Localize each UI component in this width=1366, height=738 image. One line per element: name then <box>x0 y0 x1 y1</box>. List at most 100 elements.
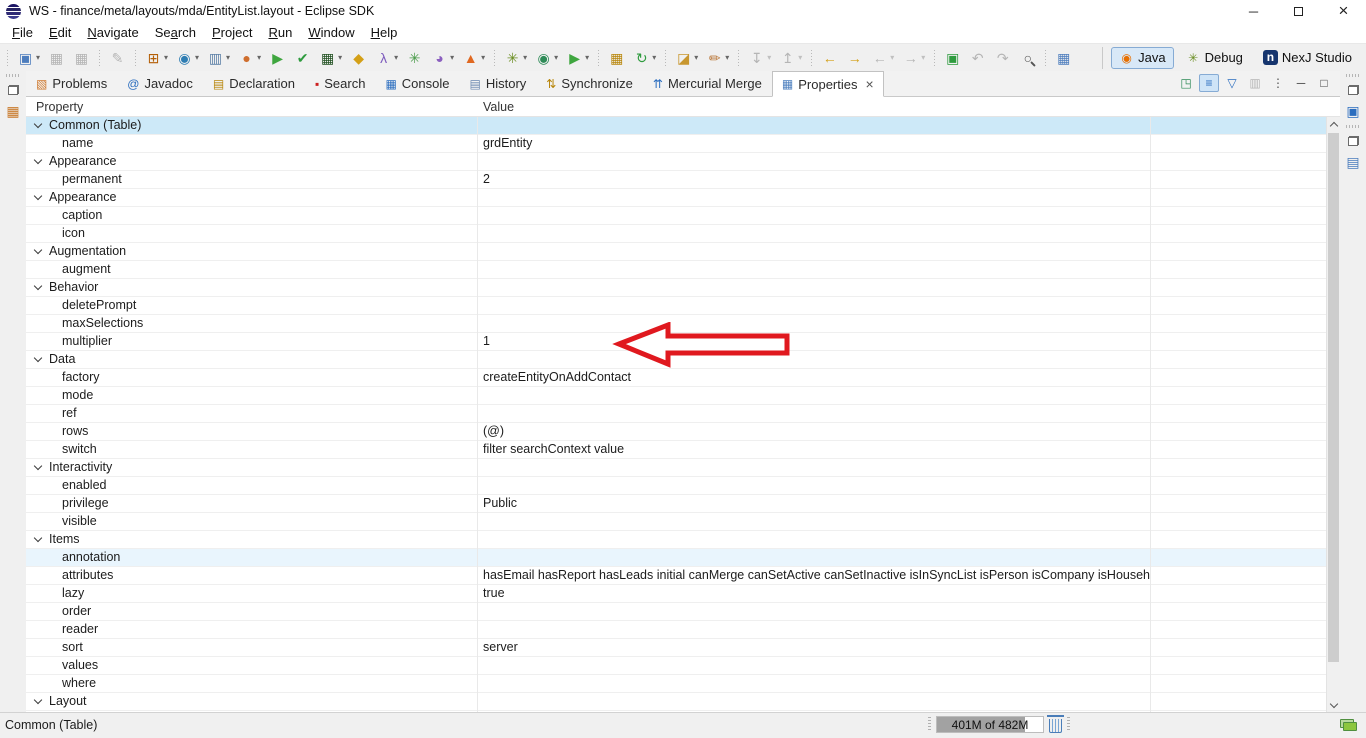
table-row-attributes[interactable]: attributeshasEmail hasReport hasLeads in… <box>26 567 1326 585</box>
table-row-enabled[interactable]: enabled <box>26 477 1326 495</box>
tab-declaration[interactable]: ▤Declaration <box>203 71 305 96</box>
model-structure-icon[interactable]: ▣ <box>1346 103 1359 119</box>
unit-test-icon[interactable]: ✳ <box>403 47 426 69</box>
column-header-property[interactable]: Property <box>26 100 477 114</box>
search-icon[interactable]: ○ <box>1016 47 1039 69</box>
run-user-icon[interactable]: ●▾ <box>235 47 264 69</box>
table-row-behavior[interactable]: Behavior <box>26 279 1326 297</box>
minimize-view-icon[interactable]: ─ <box>1291 74 1311 92</box>
table-row-augmentation[interactable]: Augmentation <box>26 243 1326 261</box>
save-icon[interactable]: ▦ <box>45 47 68 69</box>
table-row-privilege[interactable]: privilegePublic <box>26 495 1326 513</box>
new-table-wizard-icon[interactable]: ▦ <box>605 47 628 69</box>
tab-properties[interactable]: ▦Properties× <box>772 71 884 97</box>
tab-console[interactable]: ▦Console <box>375 71 459 96</box>
open-folder-icon[interactable]: ◪▾ <box>672 47 701 69</box>
restore-views-icon[interactable] <box>1348 85 1359 95</box>
scroll-up-icon[interactable] <box>1327 117 1340 132</box>
perspective-debug[interactable]: ✳Debug <box>1178 47 1251 69</box>
dropdown-arrow-icon[interactable]: ▾ <box>554 53 558 62</box>
tab-mercurial-merge[interactable]: ⇈Mercurial Merge <box>643 71 772 96</box>
table-row-where[interactable]: where <box>26 675 1326 693</box>
chevron-down-icon[interactable] <box>34 157 43 166</box>
close-icon[interactable]: × <box>865 76 873 92</box>
background-jobs-icon[interactable] <box>1340 719 1358 732</box>
edit-properties-icon[interactable]: ▥ <box>1245 74 1265 92</box>
prev-marker-icon[interactable]: ← <box>818 47 841 69</box>
model-package-icon[interactable]: ◕▾ <box>428 47 457 69</box>
table-row-appearance[interactable]: Appearance <box>26 153 1326 171</box>
table-row-layout[interactable]: Layout <box>26 693 1326 711</box>
upgrade-icon[interactable]: ▲▾ <box>459 47 488 69</box>
scrollbar-thumb[interactable] <box>1328 133 1339 662</box>
show-categories-icon[interactable]: ≡ <box>1199 74 1219 92</box>
table-row-augment[interactable]: augment <box>26 261 1326 279</box>
console-icon[interactable]: ▦▾ <box>316 47 345 69</box>
menu-run[interactable]: Run <box>260 23 300 42</box>
table-row-annotation[interactable]: annotation <box>26 549 1326 567</box>
table-row-reader[interactable]: reader <box>26 621 1326 639</box>
menu-file[interactable]: File <box>4 23 41 42</box>
restore-button[interactable] <box>1276 0 1321 22</box>
table-row-deleteprompt[interactable]: deletePrompt <box>26 297 1326 315</box>
dropdown-arrow-icon[interactable]: ▾ <box>652 53 656 62</box>
chevron-down-icon[interactable] <box>34 121 43 130</box>
dropdown-arrow-icon[interactable]: ▾ <box>767 53 771 62</box>
minimize-button[interactable]: ─ <box>1231 0 1276 22</box>
table-row-mode[interactable]: mode <box>26 387 1326 405</box>
refresh-icon[interactable]: ↻▾ <box>630 47 659 69</box>
save-all-icon[interactable]: ▦ <box>70 47 93 69</box>
chevron-down-icon[interactable] <box>34 193 43 202</box>
new-wizard-icon[interactable]: ▣▾ <box>14 47 43 69</box>
garbage-collect-trash-icon[interactable] <box>1049 719 1062 733</box>
open-perspective-icon[interactable]: ▦ <box>1052 47 1075 69</box>
perspective-java[interactable]: ◉Java <box>1111 47 1173 69</box>
column-divider[interactable] <box>1150 117 1151 712</box>
table-row-common-table-[interactable]: Common (Table) <box>26 117 1326 135</box>
dropdown-arrow-icon[interactable]: ▾ <box>921 53 925 62</box>
pin-view-icon[interactable]: ◳ <box>1176 74 1196 92</box>
column-header-value[interactable]: Value <box>477 100 514 114</box>
chevron-down-icon[interactable] <box>34 247 43 256</box>
outline-view-icon[interactable]: ▦ <box>6 103 19 119</box>
tab-search[interactable]: ▪Search <box>305 71 375 96</box>
table-row-rows[interactable]: rows(@) <box>26 423 1326 441</box>
run-circle-icon[interactable]: ◉▾ <box>532 47 561 69</box>
tab-synchronize[interactable]: ⇅Synchronize <box>536 71 643 96</box>
restore-views-icon[interactable] <box>8 85 19 95</box>
table-row-caption[interactable]: caption <box>26 207 1326 225</box>
chevron-down-icon[interactable] <box>34 355 43 364</box>
table-row-items[interactable]: Items <box>26 531 1326 549</box>
menu-help[interactable]: Help <box>363 23 406 42</box>
menu-project[interactable]: Project <box>204 23 261 42</box>
vertical-scrollbar[interactable] <box>1326 117 1340 712</box>
format-brush-icon[interactable]: ✏▾ <box>703 47 732 69</box>
tab-javadoc[interactable]: @Javadoc <box>117 71 203 96</box>
dropdown-arrow-icon[interactable]: ▾ <box>725 53 729 62</box>
dropdown-arrow-icon[interactable]: ▾ <box>523 53 527 62</box>
column-divider[interactable] <box>477 117 478 712</box>
chevron-down-icon[interactable] <box>34 697 43 706</box>
menu-edit[interactable]: Edit <box>41 23 79 42</box>
menu-navigate[interactable]: Navigate <box>79 23 146 42</box>
tab-history[interactable]: ▤History <box>460 71 537 96</box>
dropdown-arrow-icon[interactable]: ▾ <box>226 53 230 62</box>
dropdown-arrow-icon[interactable]: ▾ <box>338 53 342 62</box>
table-row-visible[interactable]: visible <box>26 513 1326 531</box>
debug-icon[interactable]: ✳▾ <box>501 47 530 69</box>
scheme-icon[interactable]: λ▾ <box>372 47 401 69</box>
dropdown-arrow-icon[interactable]: ▾ <box>481 53 485 62</box>
close-button[interactable]: × <box>1321 0 1366 22</box>
table-row-sort[interactable]: sortserver <box>26 639 1326 657</box>
table-row-lazy[interactable]: lazytrue <box>26 585 1326 603</box>
heap-status-gauge[interactable]: 401M of 482M <box>936 716 1044 733</box>
table-row-permanent[interactable]: permanent2 <box>26 171 1326 189</box>
dropdown-arrow-icon[interactable]: ▾ <box>257 53 261 62</box>
table-row-name[interactable]: namegrdEntity <box>26 135 1326 153</box>
next-marker-icon[interactable]: → <box>843 47 866 69</box>
deploy-server-icon[interactable]: ◉▾ <box>173 47 202 69</box>
table-row-switch[interactable]: switchfilter searchContext value <box>26 441 1326 459</box>
model-tree-icon[interactable]: ⊞▾ <box>142 47 171 69</box>
table-row-ref[interactable]: ref <box>26 405 1326 423</box>
table-row-order[interactable]: order <box>26 603 1326 621</box>
